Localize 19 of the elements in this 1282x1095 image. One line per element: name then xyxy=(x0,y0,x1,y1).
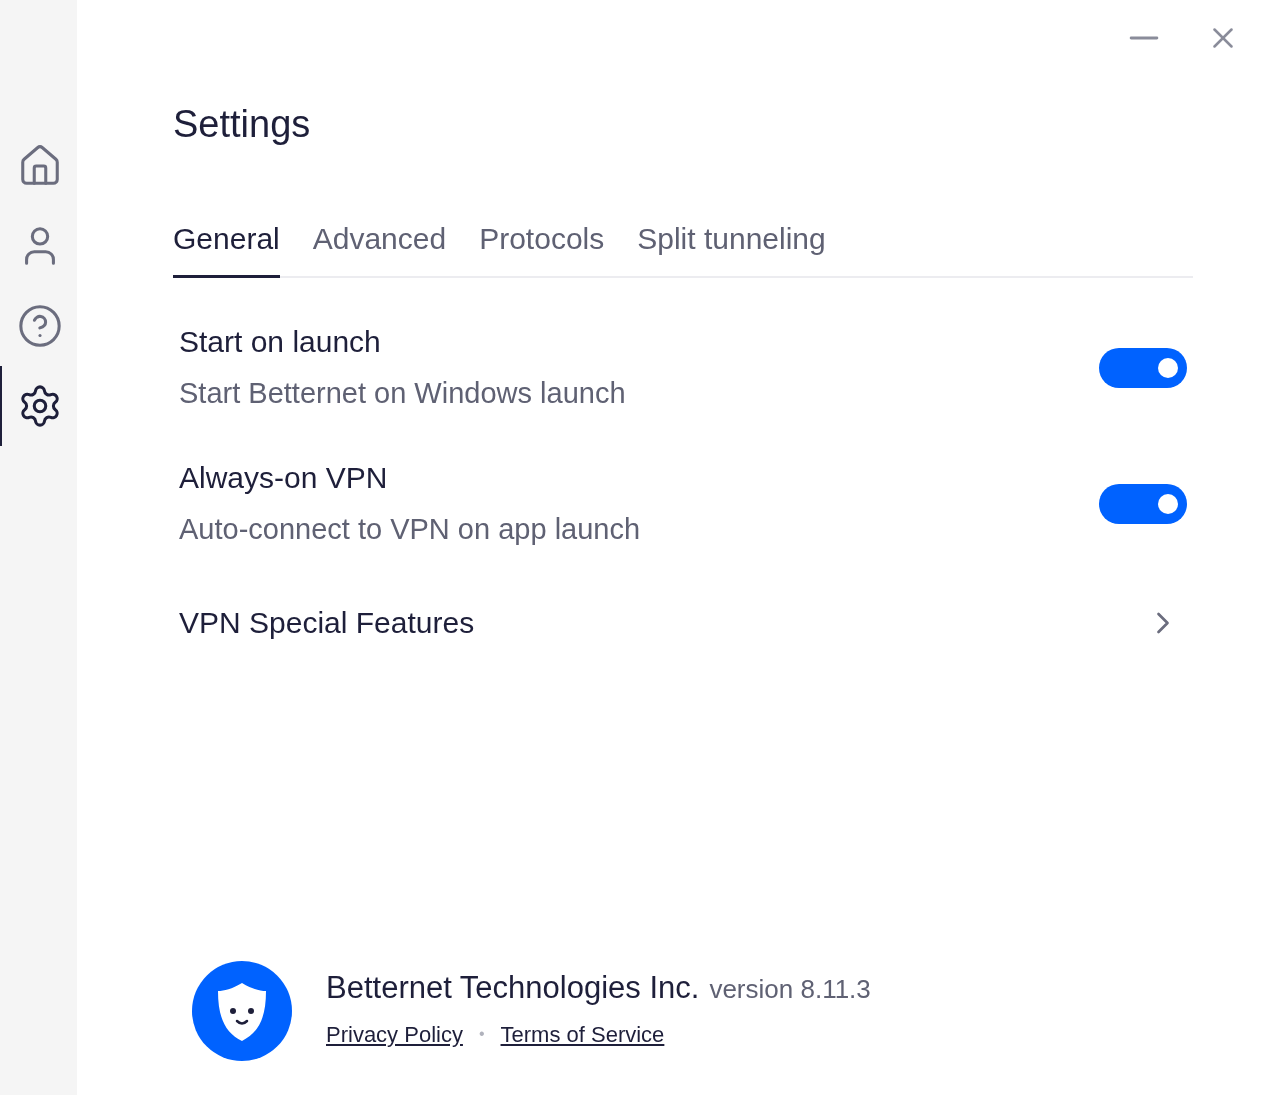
tab[interactable]: Protocols xyxy=(479,212,605,278)
shield-logo-icon xyxy=(192,961,292,1061)
footer-link[interactable]: Terms of Service xyxy=(500,1017,665,1051)
setting-description: Auto-connect to VPN on app launch xyxy=(179,512,641,547)
help-icon xyxy=(16,303,63,349)
tab[interactable]: General xyxy=(173,212,280,278)
tab[interactable]: Advanced xyxy=(312,212,447,278)
setting-title: Always-on VPN xyxy=(179,460,389,496)
setting-link-row[interactable]: VPN Special Features xyxy=(179,601,1187,645)
company-name: Betternet Technologies Inc. xyxy=(326,969,700,1008)
footer-link[interactable]: Privacy Policy xyxy=(326,1017,463,1051)
tab[interactable]: Split tunneling xyxy=(637,212,826,278)
separator-dot: • xyxy=(478,1024,485,1045)
setting-title: Start on launch xyxy=(179,324,382,360)
page-title: Settings xyxy=(173,102,312,146)
toggle-switch[interactable] xyxy=(1099,483,1187,524)
toggle-switch[interactable] xyxy=(1099,347,1187,388)
setting-description: Start Betternet on Windows launch xyxy=(179,376,626,411)
version-text: version 8.11.3 xyxy=(709,973,871,1007)
